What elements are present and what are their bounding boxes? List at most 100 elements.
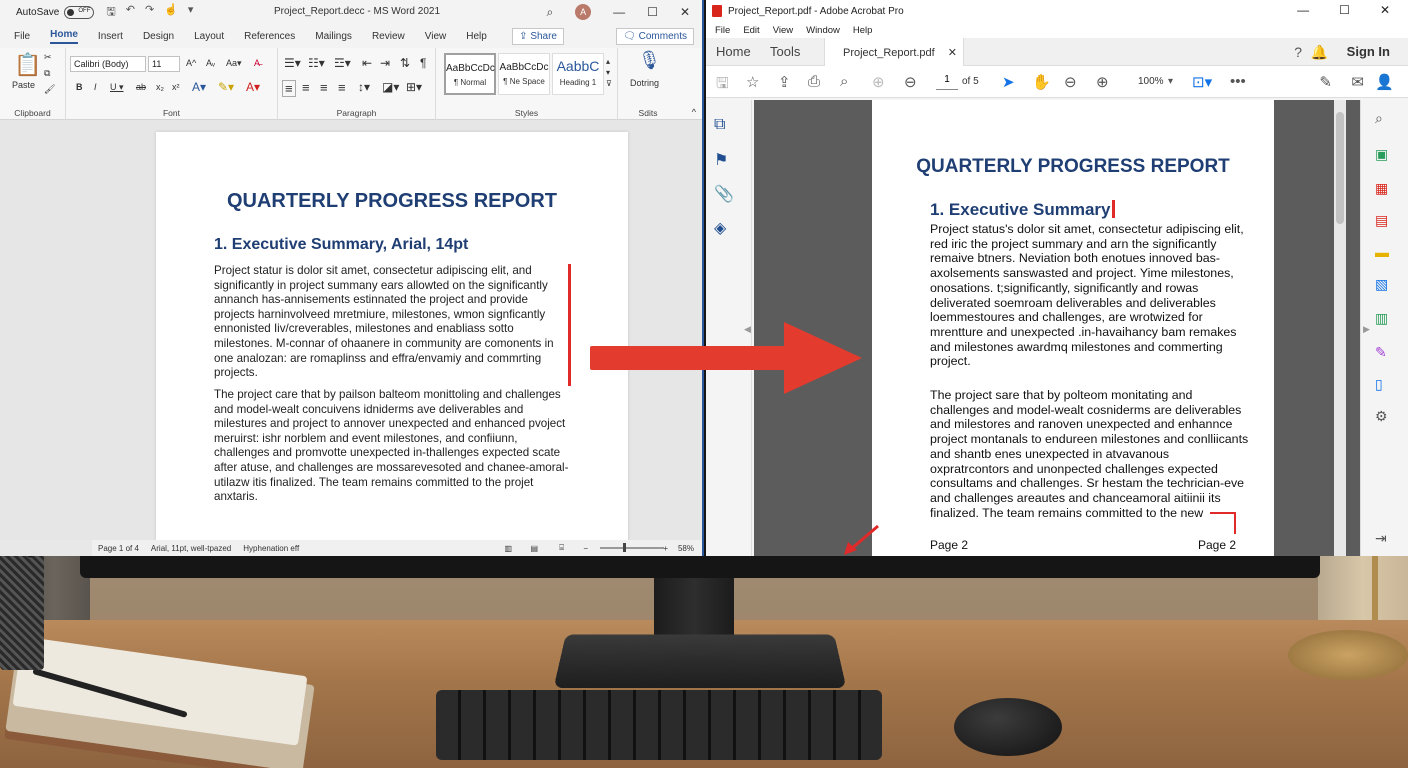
font-name-select[interactable]: Calibri (Body) [70, 56, 146, 72]
tab-tools[interactable]: Tools [770, 44, 800, 59]
align-center-icon[interactable]: ≡ [302, 80, 310, 95]
page-number-input[interactable]: 1 [936, 74, 958, 90]
page-down-icon[interactable]: ⊖ [904, 73, 917, 91]
align-left-icon[interactable]: ≡ [282, 80, 296, 97]
share-user-icon[interactable]: 👤 [1375, 73, 1394, 91]
font-size-select[interactable]: 11 [148, 56, 180, 72]
style-normal[interactable]: AaBbCcDc ¶ Normal [444, 53, 496, 95]
paste-button[interactable]: Paste [12, 80, 35, 90]
more-tools-icon[interactable]: ⚙ [1375, 408, 1388, 425]
create-pdf-icon[interactable]: ▣ [1375, 146, 1388, 163]
underline-icon[interactable]: U ▾ [110, 82, 124, 93]
multilevel-list-icon[interactable]: ☲▾ [334, 56, 351, 70]
style-heading-1[interactable]: AabbC Heading 1 [552, 53, 604, 95]
bookmark-star-icon[interactable]: ☆ [746, 73, 759, 91]
hand-tool-icon[interactable]: ✋ [1032, 73, 1051, 91]
zoom-level[interactable]: 58% [678, 544, 694, 553]
increase-indent-icon[interactable]: ⇥ [380, 56, 390, 70]
scrollbar-thumb[interactable] [1336, 112, 1344, 224]
sort-icon[interactable]: ⇅ [400, 56, 410, 70]
word-page[interactable]: QUARTERLY PROGRESS REPORT 1. Executive S… [156, 132, 628, 542]
edit-pen-icon[interactable]: ✎ [1319, 73, 1332, 91]
collapse-right-pane-icon[interactable]: ▶ [1363, 324, 1370, 335]
close-icon[interactable]: ✕ [680, 5, 690, 19]
shrink-font-icon[interactable]: Aᵥ [206, 58, 215, 68]
page-thumbnails-icon[interactable]: ⧉ [714, 116, 725, 134]
tab-mailings[interactable]: Mailings [315, 31, 352, 42]
italic-icon[interactable]: I [94, 82, 97, 92]
tab-view[interactable]: View [425, 31, 447, 42]
protect-icon[interactable]: ▯ [1375, 376, 1383, 393]
styles-scroll-icon[interactable]: ▴ ▾ ⊽ [606, 56, 612, 89]
strikethrough-icon[interactable]: ab [136, 82, 146, 92]
zoom-in-icon[interactable]: ⊕ [1096, 73, 1109, 91]
search-icon[interactable]: ⌕ [840, 73, 848, 90]
save-icon[interactable]: 🖫 [716, 73, 729, 98]
tab-file[interactable]: File [14, 31, 30, 42]
format-painter-icon[interactable]: 🖌 [44, 84, 55, 95]
print-layout-icon[interactable]: ▤ [530, 544, 538, 553]
text-effects-icon[interactable]: A▾ [192, 80, 206, 94]
show-marks-icon[interactable]: ¶ [420, 56, 426, 70]
cut-icon[interactable]: ✂ [44, 52, 52, 63]
tab-home[interactable]: Home [716, 44, 751, 59]
borders-icon[interactable]: ⊞▾ [406, 80, 422, 94]
menu-help[interactable]: Help [853, 25, 873, 36]
minimize-icon[interactable]: — [1297, 3, 1309, 17]
help-icon[interactable]: ? [1294, 44, 1302, 60]
redo-icon[interactable]: ↷ [145, 3, 154, 22]
maximize-icon[interactable]: ☐ [1339, 3, 1350, 17]
notifications-icon[interactable]: 🔔 [1311, 44, 1328, 61]
email-icon[interactable]: ✉ [1351, 73, 1364, 91]
tab-document[interactable]: Project_Report.pdf ✕ [824, 38, 964, 66]
grow-font-icon[interactable]: A^ [186, 58, 196, 68]
share-button[interactable]: ⇪ Share [512, 28, 564, 45]
bold-icon[interactable]: B [76, 82, 83, 92]
microphone-icon[interactable]: 🎙 [638, 50, 661, 71]
superscript-icon[interactable]: x² [172, 82, 180, 92]
combine-files-icon[interactable]: ▧ [1375, 276, 1388, 293]
numbering-icon[interactable]: ☷▾ [308, 56, 325, 70]
highlight-icon[interactable]: ✎▾ [218, 80, 234, 94]
zoom-level[interactable]: 100% [1138, 76, 1164, 87]
menu-edit[interactable]: Edit [743, 25, 759, 36]
copy-icon[interactable]: ⧉ [44, 68, 50, 79]
attachments-icon[interactable]: 📎 [714, 184, 734, 204]
style-no-spacing[interactable]: AaBbCcDc ¶ Ne Space [498, 53, 550, 95]
tab-insert[interactable]: Insert [98, 31, 123, 42]
zoom-dropdown-icon[interactable]: ▾ [1168, 76, 1173, 87]
subscript-icon[interactable]: x₂ [156, 82, 164, 92]
close-tab-icon[interactable]: ✕ [948, 47, 957, 59]
tab-references[interactable]: References [244, 31, 295, 42]
justify-icon[interactable]: ≡ [338, 80, 346, 95]
line-spacing-icon[interactable]: ↕▾ [358, 80, 370, 94]
organize-pages-icon[interactable]: ▦ [1375, 180, 1388, 197]
close-icon[interactable]: ✕ [1380, 3, 1390, 17]
zoom-out-icon[interactable]: − [583, 544, 588, 553]
more-tools-icon[interactable]: ••• [1230, 73, 1246, 90]
layers-icon[interactable]: ◈ [714, 218, 726, 238]
decrease-indent-icon[interactable]: ⇤ [362, 56, 372, 70]
tab-help[interactable]: Help [466, 31, 487, 42]
tab-layout[interactable]: Layout [194, 31, 224, 42]
tab-home[interactable]: Home [50, 29, 78, 44]
pdf-page[interactable]: QUARTERLY PROGRESS REPORT 1. Executive S… [872, 100, 1274, 556]
page-display-icon[interactable]: ⊡▾ [1192, 73, 1212, 91]
search-icon[interactable]: ⌕ [546, 5, 553, 20]
bullets-icon[interactable]: ☰▾ [284, 56, 301, 70]
menu-window[interactable]: Window [806, 25, 840, 36]
print-icon[interactable]: ⎙ [808, 73, 820, 90]
select-cursor-icon[interactable]: ➤ [1002, 73, 1015, 91]
expand-pane-icon[interactable]: ⇥ [1375, 530, 1387, 547]
align-right-icon[interactable]: ≡ [320, 80, 328, 95]
sign-in-button[interactable]: Sign In [1347, 44, 1390, 59]
zoom-slider[interactable] [600, 547, 664, 549]
web-layout-icon[interactable]: ⌸ [559, 543, 564, 553]
font-color-icon[interactable]: A▾ [246, 80, 260, 94]
tab-design[interactable]: Design [143, 31, 174, 42]
bookmarks-icon[interactable]: ⚑ [714, 150, 728, 170]
upload-icon[interactable]: ⇪ [778, 73, 791, 91]
scan-ocr-icon[interactable]: ▥ [1375, 310, 1388, 327]
paste-icon[interactable]: 📋 [14, 52, 41, 78]
comment-icon[interactable]: ▬ [1375, 244, 1389, 260]
